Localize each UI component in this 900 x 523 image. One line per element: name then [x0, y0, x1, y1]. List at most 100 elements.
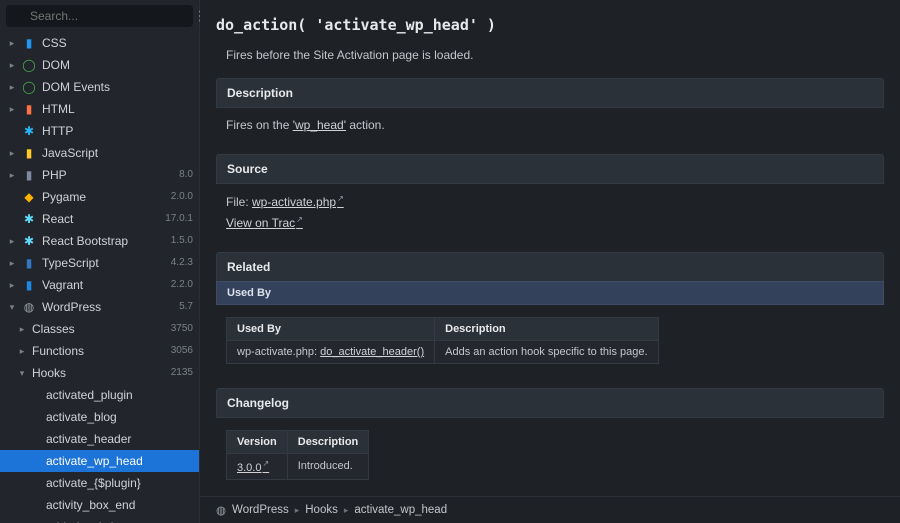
sidebar-item-vagrant[interactable]: ▸▮Vagrant2.2.0 [0, 274, 199, 296]
sidebar-item-label: PHP [42, 167, 173, 183]
sidebar: ▸▮CSS▸◯DOM▸◯DOM Events▸▮HTML✱HTTP▸▮JavaS… [0, 0, 200, 523]
usedby-cell-desc: Adds an action hook specific to this pag… [435, 341, 658, 364]
tech-icon: ▮ [22, 101, 36, 117]
usedby-fn-link[interactable]: do_activate_header() [320, 346, 424, 358]
page-summary: Fires before the Site Activation page is… [216, 44, 884, 78]
tech-icon: ✱ [22, 123, 36, 139]
search-input[interactable] [6, 5, 193, 27]
sidebar-item-hooks[interactable]: ▾Hooks2135 [0, 362, 199, 384]
chevron-right-icon: ▸ [8, 35, 16, 51]
tech-icon: ▮ [22, 277, 36, 293]
tech-icon: ▮ [22, 255, 36, 271]
sidebar-item-php[interactable]: ▸ ▮ PHP 8.0 [0, 164, 199, 186]
breadcrumb-icon: ◍ [216, 503, 226, 517]
usedby-cell-file: wp-activate.php: do_activate_header() [227, 341, 435, 364]
sidebar-item-label: activated_plugin [46, 387, 193, 403]
sidebar-nav[interactable]: ▸▮CSS▸◯DOM▸◯DOM Events▸▮HTML✱HTTP▸▮JavaS… [0, 32, 199, 523]
sidebar-item-badge: 3056 [171, 343, 193, 359]
table-row: Used By Description [227, 318, 659, 341]
sidebar-item-label: HTML [42, 101, 193, 117]
tech-icon: ▮ [22, 145, 36, 161]
section-description: Description Fires on the 'wp_head' actio… [216, 78, 884, 142]
chevron-right-icon: ▸ [8, 79, 16, 95]
sidebar-item-http[interactable]: ✱HTTP [0, 120, 199, 142]
section-head-related: Related [216, 252, 884, 282]
sidebar-item-pygame[interactable]: ◆Pygame2.0.0 [0, 186, 199, 208]
sidebar-item-label: React Bootstrap [42, 233, 165, 249]
sidebar-item-label: Pygame [42, 189, 165, 205]
chevron-right-icon: ▸ [8, 57, 16, 73]
source-file-link[interactable]: wp-activate.php [252, 195, 344, 209]
sidebar-item-label: DOM [42, 57, 193, 73]
source-view-trac-link[interactable]: View on Trac [226, 216, 303, 230]
sidebar-item-label: Classes [32, 321, 165, 337]
sidebar-item-activate-wp-head[interactable]: activate_wp_head [0, 450, 199, 472]
sidebar-item-react[interactable]: ✱React17.0.1 [0, 208, 199, 230]
section-head-changelog: Changelog [216, 388, 884, 418]
sidebar-item-typescript[interactable]: ▸▮TypeScript4.2.3 [0, 252, 199, 274]
table-row: wp-activate.php: do_activate_header() Ad… [227, 341, 659, 364]
title-hook: activate_wp_head [324, 16, 469, 34]
sidebar-item-badge: 1.5.0 [171, 233, 193, 249]
chevron-right-icon: ▸ [18, 343, 26, 359]
content-scroll[interactable]: do_action( 'activate_wp_head' ) Fires be… [200, 0, 900, 496]
sidebar-item-dom[interactable]: ▸◯DOM [0, 54, 199, 76]
sidebar-item-added-existing-user[interactable]: added_existing_user [0, 516, 199, 523]
sidebar-item-activated-plugin[interactable]: activated_plugin [0, 384, 199, 406]
sidebar-item-badge: 4.2.3 [171, 255, 193, 271]
title-suffix: ' ) [469, 16, 496, 34]
chevron-right-icon: ▸ [8, 145, 16, 161]
chevron-right-icon: ▸ [8, 233, 16, 249]
changelog-col2: Description [287, 431, 369, 454]
sidebar-item-badge: 3750 [171, 321, 193, 337]
section-related: Related Used By Used By Description wp-a… [216, 252, 884, 376]
chevron-right-icon: ▸ [18, 321, 26, 337]
breadcrumb: ◍ WordPress ▸ Hooks ▸ activate_wp_head [200, 496, 900, 523]
breadcrumb-item[interactable]: WordPress [232, 504, 289, 516]
changelog-desc-cell: Introduced. [287, 454, 369, 480]
sidebar-item-css[interactable]: ▸▮CSS [0, 32, 199, 54]
table-row: Version Description [227, 431, 369, 454]
breadcrumb-item[interactable]: Hooks [305, 504, 338, 516]
sidebar-item-wordpress[interactable]: ▾◍WordPress5.7 [0, 296, 199, 318]
section-changelog: Changelog Version Description 3.0.0 Intr… [216, 388, 884, 492]
sidebar-item-react-bootstrap[interactable]: ▸✱React Bootstrap1.5.0 [0, 230, 199, 252]
sidebar-item-label: DOM Events [42, 79, 193, 95]
sidebar-item-label: Hooks [32, 365, 165, 381]
sidebar-item-activate-blog[interactable]: activate_blog [0, 406, 199, 428]
sidebar-item-badge: 2.0.0 [171, 189, 193, 205]
tech-icon: ▮ [22, 167, 36, 183]
sidebar-item-classes[interactable]: ▸ Classes 3750 [0, 318, 199, 340]
sidebar-item-label: added_existing_user [46, 519, 193, 523]
chevron-right-icon: ▸ [8, 167, 16, 183]
main: do_action( 'activate_wp_head' ) Fires be… [200, 0, 900, 523]
page-title: do_action( 'activate_wp_head' ) [216, 10, 884, 44]
chevron-right-icon: ▸ [295, 505, 300, 516]
changelog-version-link[interactable]: 3.0.0 [237, 462, 269, 474]
chevron-down-icon: ▾ [18, 365, 26, 381]
sidebar-item-label: activity_box_end [46, 497, 193, 513]
breadcrumb-item[interactable]: activate_wp_head [354, 504, 447, 516]
sidebar-item-activate-plugin-[interactable]: activate_{$plugin} [0, 472, 199, 494]
app-root: ▸▮CSS▸◯DOM▸◯DOM Events▸▮HTML✱HTTP▸▮JavaS… [0, 0, 900, 523]
sidebar-item-label: Functions [32, 343, 165, 359]
tech-icon: ◯ [22, 79, 36, 95]
sidebar-item-functions[interactable]: ▸ Functions 3056 [0, 340, 199, 362]
usedby-col1: Used By [227, 318, 435, 341]
tech-icon: ◍ [22, 299, 36, 315]
sidebar-item-activity-box-end[interactable]: activity_box_end [0, 494, 199, 516]
sidebar-item-badge: 5.7 [179, 299, 193, 315]
sidebar-item-dom-events[interactable]: ▸ ◯ DOM Events [0, 76, 199, 98]
changelog-col1: Version [227, 431, 288, 454]
sidebar-item-badge: 8.0 [179, 167, 193, 183]
usedby-col2: Description [435, 318, 658, 341]
description-link[interactable]: 'wp_head' [293, 118, 346, 132]
sidebar-item-label: React [42, 211, 159, 227]
sidebar-item-html[interactable]: ▸▮HTML [0, 98, 199, 120]
usedby-file: wp-activate.php: [237, 346, 320, 358]
section-head-source: Source [216, 154, 884, 184]
sidebar-item-javascript[interactable]: ▸▮JavaScript [0, 142, 199, 164]
tech-icon: ✱ [22, 211, 36, 227]
sidebar-item-activate-header[interactable]: activate_header [0, 428, 199, 450]
search-row [0, 0, 199, 32]
